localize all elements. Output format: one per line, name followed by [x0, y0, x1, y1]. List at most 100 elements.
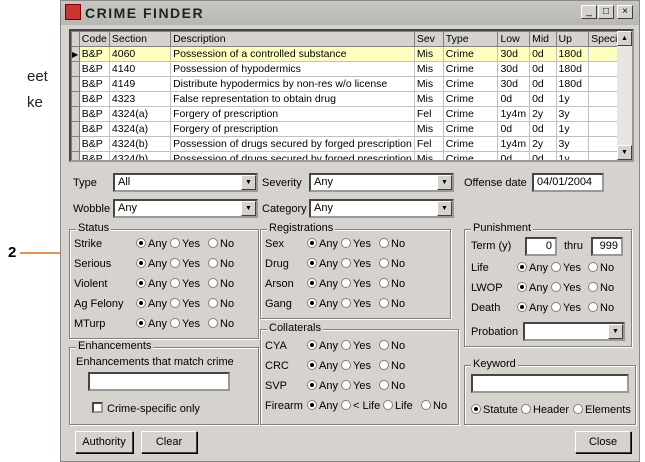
radio-yes[interactable]: Yes — [551, 282, 581, 294]
radio-yes[interactable]: Yes — [170, 318, 200, 330]
radio-off-icon[interactable] — [379, 258, 389, 268]
clear-button[interactable]: Clear — [141, 431, 197, 453]
radio-on-icon[interactable] — [136, 278, 146, 288]
radio-off-icon[interactable] — [588, 282, 598, 292]
radio-off-icon[interactable] — [379, 340, 389, 350]
radio-statute[interactable]: Statute — [471, 404, 518, 416]
radio-on-icon[interactable] — [307, 258, 317, 268]
table-row[interactable]: B&P 4324(a) Forgery of prescription Fel … — [71, 106, 632, 122]
radio-no[interactable]: No — [208, 258, 234, 270]
radio-off-icon[interactable] — [170, 318, 180, 328]
radio-yes[interactable]: Yes — [341, 258, 371, 270]
radio-off-icon[interactable] — [208, 278, 218, 288]
scroll-down-arrow-icon[interactable]: ▼ — [617, 145, 632, 160]
radio-on-icon[interactable] — [471, 404, 481, 414]
radio-yes[interactable]: Yes — [341, 238, 371, 250]
close-button[interactable]: Close — [575, 431, 631, 453]
radio-yes[interactable]: Yes — [551, 302, 581, 314]
close-window-button[interactable]: × — [617, 5, 633, 19]
radio-off-icon[interactable] — [551, 302, 561, 312]
radio-yes[interactable]: Yes — [341, 380, 371, 392]
table-row[interactable]: B&P 4323 False representation to obtain … — [71, 91, 632, 107]
radio-off-icon[interactable] — [170, 258, 180, 268]
minimize-button[interactable]: _ — [581, 5, 597, 19]
radio-off-icon[interactable] — [341, 380, 351, 390]
column-header[interactable]: Sev — [413, 31, 444, 47]
column-header[interactable]: Low — [497, 31, 531, 47]
radio-no[interactable]: No — [379, 238, 405, 250]
column-header[interactable]: Mid — [529, 31, 557, 47]
radio-on-icon[interactable] — [136, 258, 146, 268]
radio-off-icon[interactable] — [341, 278, 351, 288]
radio-any[interactable]: Any — [136, 258, 167, 270]
checkbox-icon[interactable] — [92, 402, 103, 413]
radio-on-icon[interactable] — [517, 302, 527, 312]
radio-no[interactable]: No — [588, 282, 614, 294]
radio-elements[interactable]: Elements — [573, 404, 631, 416]
radio-off-icon[interactable] — [573, 404, 583, 414]
table-row[interactable]: B&P 4324(a) Forgery of prescription Mis … — [71, 121, 632, 137]
probation-select[interactable]: ▼ — [523, 322, 625, 341]
chevron-down-icon[interactable]: ▼ — [241, 201, 256, 216]
radio-off-icon[interactable] — [379, 360, 389, 370]
radio-off-icon[interactable] — [341, 258, 351, 268]
radio-yes[interactable]: Yes — [341, 278, 371, 290]
radio-less-than-life[interactable]: < Life — [341, 400, 380, 412]
radio-no[interactable]: No — [208, 278, 234, 290]
radio-any[interactable]: Any — [307, 298, 338, 310]
scroll-up-arrow-icon[interactable]: ▲ — [617, 31, 632, 46]
radio-any[interactable]: Any — [307, 360, 338, 372]
radio-no[interactable]: No — [208, 238, 234, 250]
column-header[interactable]: Description — [170, 31, 415, 47]
chevron-down-icon[interactable]: ▼ — [608, 324, 623, 339]
radio-yes[interactable]: Yes — [341, 298, 371, 310]
radio-on-icon[interactable] — [307, 400, 317, 410]
radio-off-icon[interactable] — [170, 298, 180, 308]
radio-yes[interactable]: Yes — [170, 298, 200, 310]
category-select[interactable]: Any ▼ — [309, 199, 454, 218]
radio-off-icon[interactable] — [170, 238, 180, 248]
radio-no[interactable]: No — [379, 340, 405, 352]
chevron-down-icon[interactable]: ▼ — [437, 201, 452, 216]
term-to-field[interactable]: 999 — [591, 237, 623, 256]
authority-button[interactable]: Authority — [75, 431, 133, 453]
radio-on-icon[interactable] — [136, 298, 146, 308]
wobble-select[interactable]: Any ▼ — [113, 199, 258, 218]
radio-off-icon[interactable] — [421, 400, 431, 410]
radio-no[interactable]: No — [379, 258, 405, 270]
radio-off-icon[interactable] — [341, 400, 351, 410]
offense-date-field[interactable]: 04/01/2004 — [532, 173, 604, 192]
radio-on-icon[interactable] — [136, 318, 146, 328]
chevron-down-icon[interactable]: ▼ — [241, 175, 256, 190]
radio-no[interactable]: No — [379, 278, 405, 290]
radio-no[interactable]: No — [208, 318, 234, 330]
radio-yes[interactable]: Yes — [341, 340, 371, 352]
column-header[interactable]: Code — [78, 31, 110, 47]
radio-off-icon[interactable] — [208, 258, 218, 268]
severity-select[interactable]: Any ▼ — [309, 173, 454, 192]
radio-header[interactable]: Header — [521, 404, 569, 416]
column-header[interactable]: Section — [108, 31, 172, 47]
chevron-down-icon[interactable]: ▼ — [437, 175, 452, 190]
radio-off-icon[interactable] — [379, 298, 389, 308]
radio-any[interactable]: Any — [136, 318, 167, 330]
column-header[interactable]: Type — [442, 31, 499, 47]
radio-off-icon[interactable] — [341, 238, 351, 248]
radio-off-icon[interactable] — [588, 262, 598, 272]
radio-yes[interactable]: Yes — [341, 360, 371, 372]
results-grid[interactable]: Code Section Description Sev Type Low Mi… — [69, 29, 634, 162]
radio-on-icon[interactable] — [307, 360, 317, 370]
radio-any[interactable]: Any — [517, 302, 548, 314]
table-row[interactable]: B&P 4149 Distribute hypodermics by non-r… — [71, 76, 632, 92]
title-bar[interactable]: CRIME FINDER _ □ × — [61, 1, 639, 25]
radio-off-icon[interactable] — [551, 282, 561, 292]
radio-off-icon[interactable] — [208, 318, 218, 328]
radio-any[interactable]: Any — [517, 262, 548, 274]
radio-off-icon[interactable] — [379, 278, 389, 288]
table-row[interactable]: B&P 4140 Possession of hypodermics Mis C… — [71, 61, 632, 77]
keyword-field[interactable] — [471, 374, 629, 393]
radio-on-icon[interactable] — [307, 278, 317, 288]
radio-yes[interactable]: Yes — [551, 262, 581, 274]
radio-on-icon[interactable] — [307, 298, 317, 308]
radio-on-icon[interactable] — [307, 238, 317, 248]
